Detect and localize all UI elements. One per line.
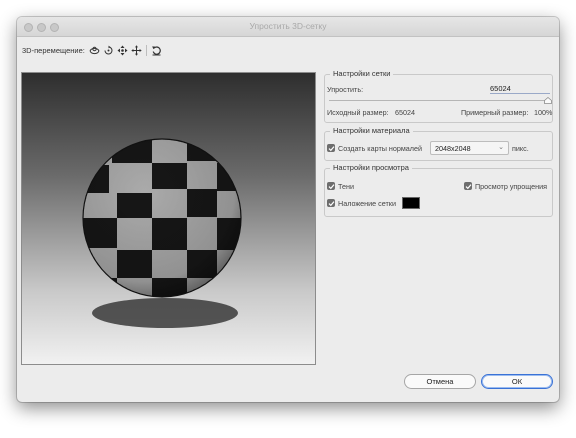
ok-button[interactable]: ОК	[481, 374, 553, 389]
original-size-label: Исходный размер:	[327, 108, 389, 117]
simplify-slider-track[interactable]	[329, 100, 549, 101]
simplify-slider-thumb[interactable]	[544, 96, 552, 106]
reset-icon[interactable]	[151, 45, 162, 56]
simplify-label: Упростить:	[327, 85, 364, 94]
sphere-mesh	[83, 139, 241, 297]
preview-settings-group: Настройки просмотра Тени Просмотр упроще…	[324, 163, 553, 217]
units-label: пикс.	[512, 144, 529, 153]
sphere-preview-render	[82, 138, 242, 328]
preview-settings-title: Настройки просмотра	[330, 163, 412, 172]
overlay-color-swatch[interactable]	[402, 197, 420, 209]
title-bar: Упростить 3D-сетку	[17, 17, 559, 37]
resolution-dropdown[interactable]: 2048x2048 ⌄	[430, 141, 509, 155]
mesh-settings-title: Настройки сетки	[330, 69, 394, 78]
simplify-preview-checkbox[interactable]	[464, 182, 472, 190]
approx-size-label: Примерный размер:	[461, 108, 529, 117]
normal-maps-label: Создать карты нормалей	[338, 144, 423, 153]
pan-icon[interactable]	[117, 45, 128, 56]
original-size-value: 65024	[395, 108, 415, 117]
shadows-checkbox[interactable]	[327, 182, 335, 190]
normal-maps-checkbox[interactable]	[327, 144, 335, 152]
material-settings-title: Настройки материала	[330, 126, 413, 135]
mesh-overlay-label: Наложение сетки	[338, 199, 396, 208]
material-settings-group: Настройки материала Создать карты нормал…	[324, 126, 553, 161]
roll-icon[interactable]	[103, 45, 114, 56]
sphere-shadow	[92, 298, 238, 328]
approx-size-value: 100%	[534, 108, 553, 117]
window-title: Упростить 3D-сетку	[249, 21, 327, 31]
mesh-settings-group: Настройки сетки Упростить: Исходный разм…	[324, 69, 553, 123]
resolution-value: 2048x2048	[435, 144, 471, 153]
simplify-preview-label: Просмотр упрощения	[475, 182, 548, 191]
cancel-button[interactable]: Отмена	[404, 374, 476, 389]
mesh-overlay-checkbox[interactable]	[327, 199, 335, 207]
3d-move-toolbar: 3D-перемещение:	[22, 44, 165, 56]
chevron-down-icon: ⌄	[498, 144, 504, 151]
shadows-label: Тени	[338, 182, 354, 191]
mesh-preview-viewport[interactable]	[21, 72, 316, 365]
simplify-mesh-dialog: Упростить 3D-сетку 3D-перемещение: Настр…	[17, 17, 559, 402]
3d-move-label: 3D-перемещение:	[22, 45, 85, 55]
orbit-icon[interactable]	[89, 45, 100, 56]
simplify-value-input[interactable]	[490, 84, 550, 94]
toolbar-divider	[145, 44, 147, 56]
slide-icon[interactable]	[131, 44, 142, 56]
